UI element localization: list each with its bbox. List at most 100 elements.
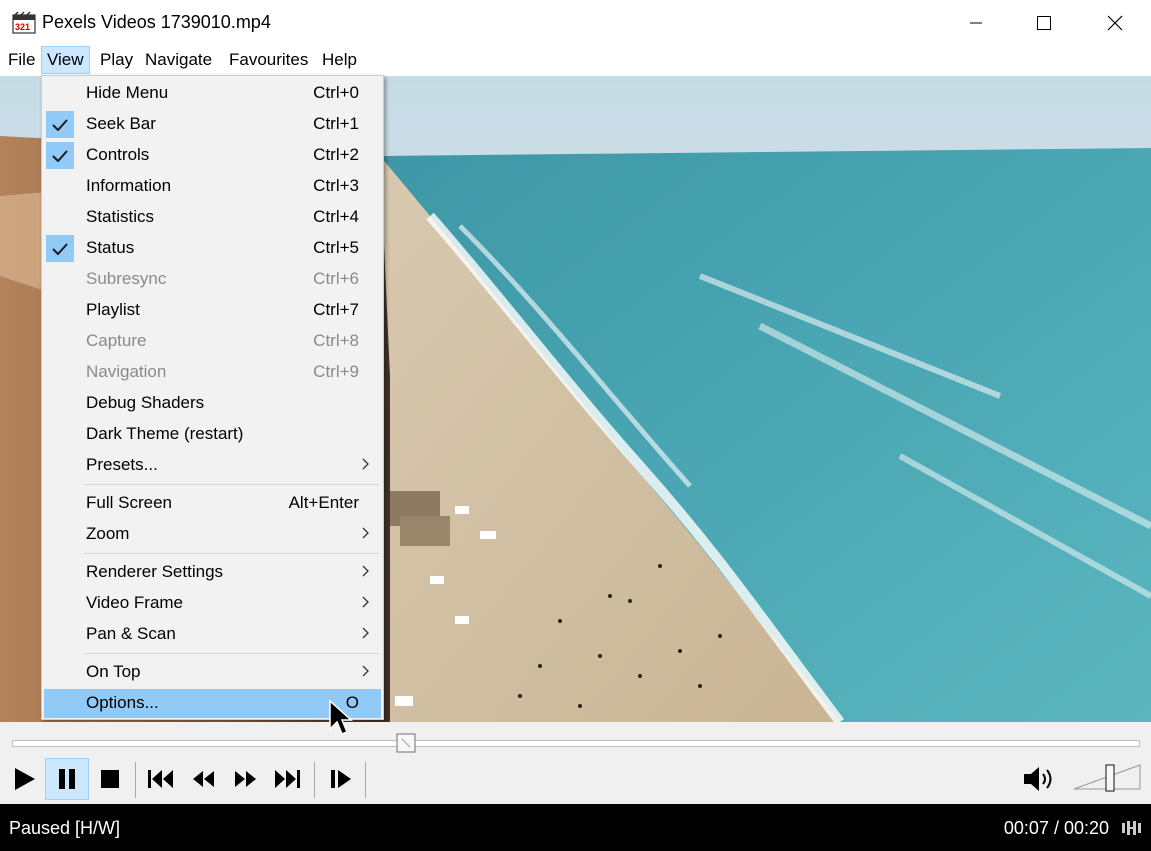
menu-row-label: Information (86, 176, 172, 195)
menu-row-renderer-settings[interactable]: Renderer Settings (44, 558, 381, 587)
menu-row-presets[interactable]: Presets... (44, 451, 381, 480)
submenu-arrow-icon (362, 527, 369, 539)
menu-row-shortcut: Ctrl+3 (313, 176, 359, 195)
menu-separator (84, 553, 379, 554)
controls-toolbar (0, 758, 1151, 804)
submenu-arrow-icon (362, 665, 369, 677)
toolbar-separator (135, 762, 136, 798)
menu-row-label: Playlist (86, 300, 140, 319)
rewind-icon (193, 771, 214, 787)
view-menu-dropdown: Hide Menu Ctrl+0 Seek Bar Ctrl+1 Control… (41, 75, 384, 720)
play-icon (15, 768, 35, 790)
menu-row-zoom[interactable]: Zoom (44, 520, 381, 549)
close-icon (1107, 15, 1123, 31)
speaker-icon (1024, 767, 1052, 791)
svg-text:321: 321 (15, 22, 30, 32)
menu-row-shortcut: Alt+Enter (288, 493, 359, 512)
menu-row-information[interactable]: Information Ctrl+3 (44, 172, 381, 201)
play-button[interactable] (4, 759, 44, 799)
menu-row-capture: Capture Ctrl+8 (44, 327, 381, 356)
menu-file[interactable]: File (3, 46, 40, 74)
minimize-icon (970, 22, 982, 24)
menu-row-navigation: Navigation Ctrl+9 (44, 358, 381, 387)
menu-row-shortcut: Ctrl+7 (313, 300, 359, 319)
menu-row-on-top[interactable]: On Top (44, 658, 381, 687)
app-icon: 321 (12, 11, 36, 34)
menu-row-playlist[interactable]: Playlist Ctrl+7 (44, 296, 381, 325)
menu-row-label: Navigation (86, 362, 167, 381)
time-display: 00:07 / 00:20 (1003, 818, 1109, 838)
menu-row-shortcut: Ctrl+2 (313, 145, 359, 164)
menu-row-debug-shaders[interactable]: Debug Shaders (44, 389, 381, 418)
menu-row-status[interactable]: Status Ctrl+5 (44, 234, 381, 263)
frame-step-icon (331, 770, 351, 788)
check-icon (46, 235, 74, 262)
maximize-button[interactable] (1021, 0, 1067, 46)
menu-row-label: Capture (86, 331, 147, 350)
menu-row-shortcut: Ctrl+6 (313, 269, 359, 288)
stop-button[interactable] (90, 759, 130, 799)
menu-row-video-frame[interactable]: Video Frame (44, 589, 381, 618)
menu-row-label: Presets... (86, 455, 158, 474)
toolbar-separator (365, 762, 366, 798)
menu-row-label: Hide Menu (86, 83, 169, 102)
minimize-button[interactable] (953, 0, 999, 46)
menu-row-subresync: Subresync Ctrl+6 (44, 265, 381, 294)
check-icon (46, 142, 74, 169)
menu-play[interactable]: Play (95, 46, 138, 74)
maximize-icon (1037, 16, 1051, 30)
playback-status: Paused [H/W] (9, 818, 121, 838)
next-button[interactable] (268, 759, 308, 799)
stop-icon (101, 770, 119, 788)
volume-slider[interactable] (1072, 762, 1142, 792)
hw-decoding-icon (1122, 821, 1141, 835)
menu-row-seek-bar[interactable]: Seek Bar Ctrl+1 (44, 110, 381, 139)
menu-row-shortcut: Ctrl+1 (313, 114, 359, 133)
menu-row-full-screen[interactable]: Full Screen Alt+Enter (44, 489, 381, 518)
menu-row-label: Status (86, 238, 135, 257)
menu-row-pan-scan[interactable]: Pan & Scan (44, 620, 381, 649)
menu-row-label: Pan & Scan (86, 624, 176, 643)
menu-help[interactable]: Help (317, 46, 362, 74)
menu-row-label: Controls (86, 145, 150, 164)
previous-button[interactable] (140, 759, 180, 799)
menu-favourites[interactable]: Favourites (224, 46, 313, 74)
fast-forward-button[interactable] (226, 759, 266, 799)
menu-row-label: On Top (86, 662, 141, 681)
seek-bar[interactable] (12, 740, 1140, 747)
menu-row-label: Renderer Settings (86, 562, 224, 581)
rewind-button[interactable] (183, 759, 223, 799)
submenu-arrow-icon (362, 565, 369, 577)
status-bar: Paused [H/W] 00:07 / 00:20 (0, 804, 1151, 851)
pause-icon (59, 769, 75, 789)
menu-row-dark-theme[interactable]: Dark Theme (restart) (44, 420, 381, 449)
menu-row-label: Statistics (86, 207, 155, 226)
close-button[interactable] (1092, 0, 1138, 46)
menu-row-label: Full Screen (86, 493, 172, 512)
menu-row-shortcut: Ctrl+5 (313, 238, 359, 257)
submenu-arrow-icon (362, 458, 369, 470)
menu-bar: File View Play Navigate Favourites Help (0, 46, 1151, 76)
title-bar: 321 Pexels Videos 1739010.mp4 (0, 0, 1151, 46)
frame-step-button[interactable] (321, 759, 361, 799)
menu-row-label: Video Frame (86, 593, 184, 612)
menu-row-controls[interactable]: Controls Ctrl+2 (44, 141, 381, 170)
menu-row-label: Subresync (86, 269, 167, 288)
menu-row-shortcut: Ctrl+0 (313, 83, 359, 102)
fast-forward-icon (235, 771, 256, 787)
menu-row-label: Options... (86, 693, 159, 712)
check-icon (46, 111, 74, 138)
mouse-cursor-icon (329, 699, 353, 735)
menu-row-label: Seek Bar (86, 114, 156, 133)
pause-button[interactable] (45, 758, 89, 800)
menu-row-hide-menu[interactable]: Hide Menu Ctrl+0 (44, 79, 381, 108)
menu-navigate[interactable]: Navigate (140, 46, 217, 74)
menu-view[interactable]: View (41, 46, 90, 74)
menu-row-statistics[interactable]: Statistics Ctrl+4 (44, 203, 381, 232)
submenu-arrow-icon (362, 596, 369, 608)
seek-thumb[interactable] (396, 733, 416, 753)
toolbar-separator (314, 762, 315, 798)
menu-row-shortcut: Ctrl+9 (313, 362, 359, 381)
menu-row-label: Dark Theme (restart) (86, 424, 244, 443)
mute-button[interactable] (1020, 759, 1060, 799)
